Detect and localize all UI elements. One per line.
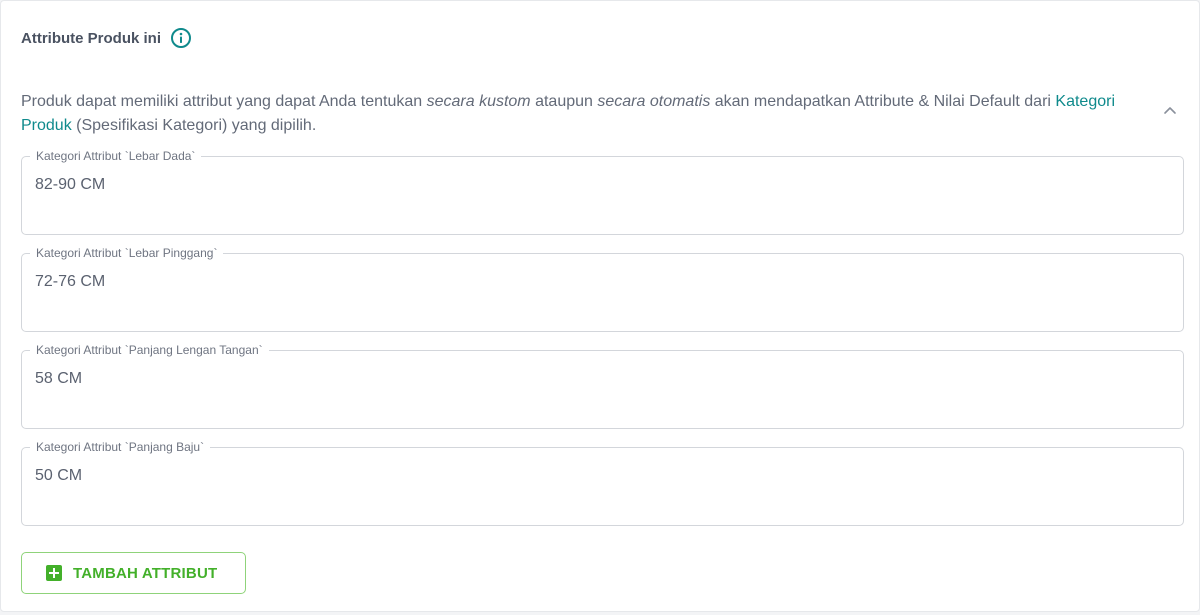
section-title: Attribute Produk ini [21, 29, 161, 47]
chevron-up-icon[interactable] [1163, 105, 1177, 115]
add-attribute-label: TAMBAH ATTRIBUT [73, 564, 218, 582]
attribute-field-panjang-baju[interactable]: Kategori Attribut `Panjang Baju` 50 CM [21, 440, 1184, 526]
description-text-3: akan mendapatkan Attribute & Nilai Defau… [710, 93, 1056, 110]
field-label: Kategori Attribut `Lebar Pinggang` [30, 246, 224, 260]
field-value[interactable]: 58 CM [35, 369, 82, 389]
attribute-field-lebar-dada[interactable]: Kategori Attribut `Lebar Dada` 82-90 CM [21, 149, 1184, 235]
description-emphasis-2: secara otomatis [597, 93, 711, 110]
attribute-field-panjang-lengan-tangan[interactable]: Kategori Attribut `Panjang Lengan Tangan… [21, 343, 1184, 429]
field-label: Kategori Attribut `Panjang Baju` [30, 440, 211, 454]
field-value[interactable]: 50 CM [35, 466, 82, 486]
field-label: Kategori Attribut `Lebar Dada` [30, 149, 202, 163]
add-attribute-button[interactable]: TAMBAH ATTRIBUT [21, 552, 246, 594]
field-value[interactable]: 72-76 CM [35, 272, 105, 292]
section-header: Attribute Produk ini [21, 27, 192, 49]
description-text-2: ataupun [530, 93, 598, 110]
description-text-4: (Spesifikasi Kategori) yang dipilih. [71, 117, 317, 134]
attribute-field-lebar-pinggang[interactable]: Kategori Attribut `Lebar Pinggang` 72-76… [21, 246, 1184, 332]
info-circle-icon[interactable] [170, 27, 192, 49]
description-text-1: Produk dapat memiliki attribut yang dapa… [21, 93, 427, 110]
field-label: Kategori Attribut `Panjang Lengan Tangan… [30, 343, 269, 357]
description-emphasis-1: secara kustom [426, 93, 531, 110]
plus-square-icon [46, 565, 62, 581]
field-value[interactable]: 82-90 CM [35, 175, 105, 195]
attribute-card: Attribute Produk ini Produk dapat memili… [0, 0, 1200, 612]
section-description: Produk dapat memiliki attribut yang dapa… [21, 90, 1151, 138]
